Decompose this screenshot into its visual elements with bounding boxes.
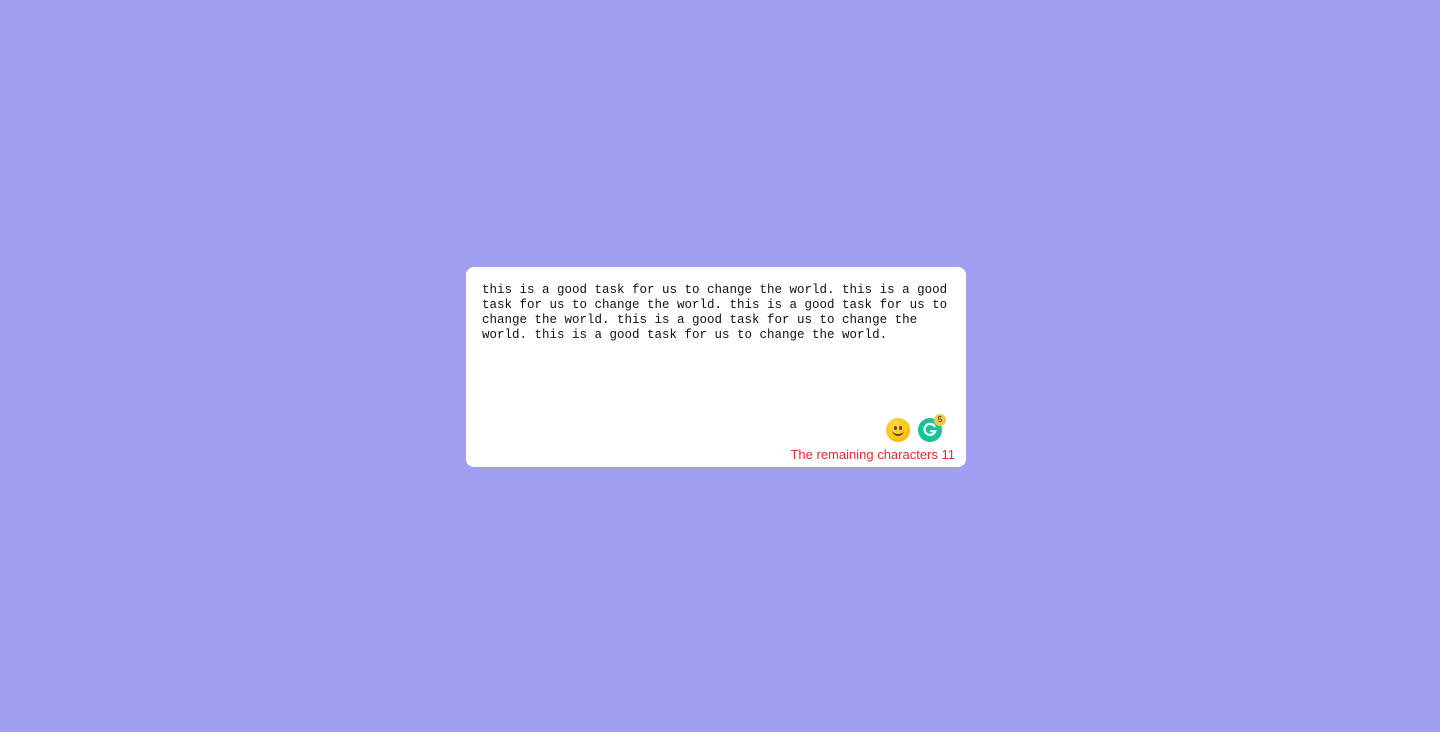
editor-tools: 5 [886,414,946,442]
comment-card: this is a good task for us to change the… [466,267,966,467]
comment-textarea[interactable]: this is a good task for us to change the… [482,283,950,413]
smiley-face-icon[interactable] [886,418,910,442]
emoji-mouth [892,429,904,436]
page-background: { "editor": { "text": "this is a good ta… [0,0,1440,732]
grammarly-icon[interactable]: 5 [918,414,946,442]
grammarly-badge: 5 [934,414,946,426]
remaining-characters-counter: The remaining characters 11 [790,447,955,462]
